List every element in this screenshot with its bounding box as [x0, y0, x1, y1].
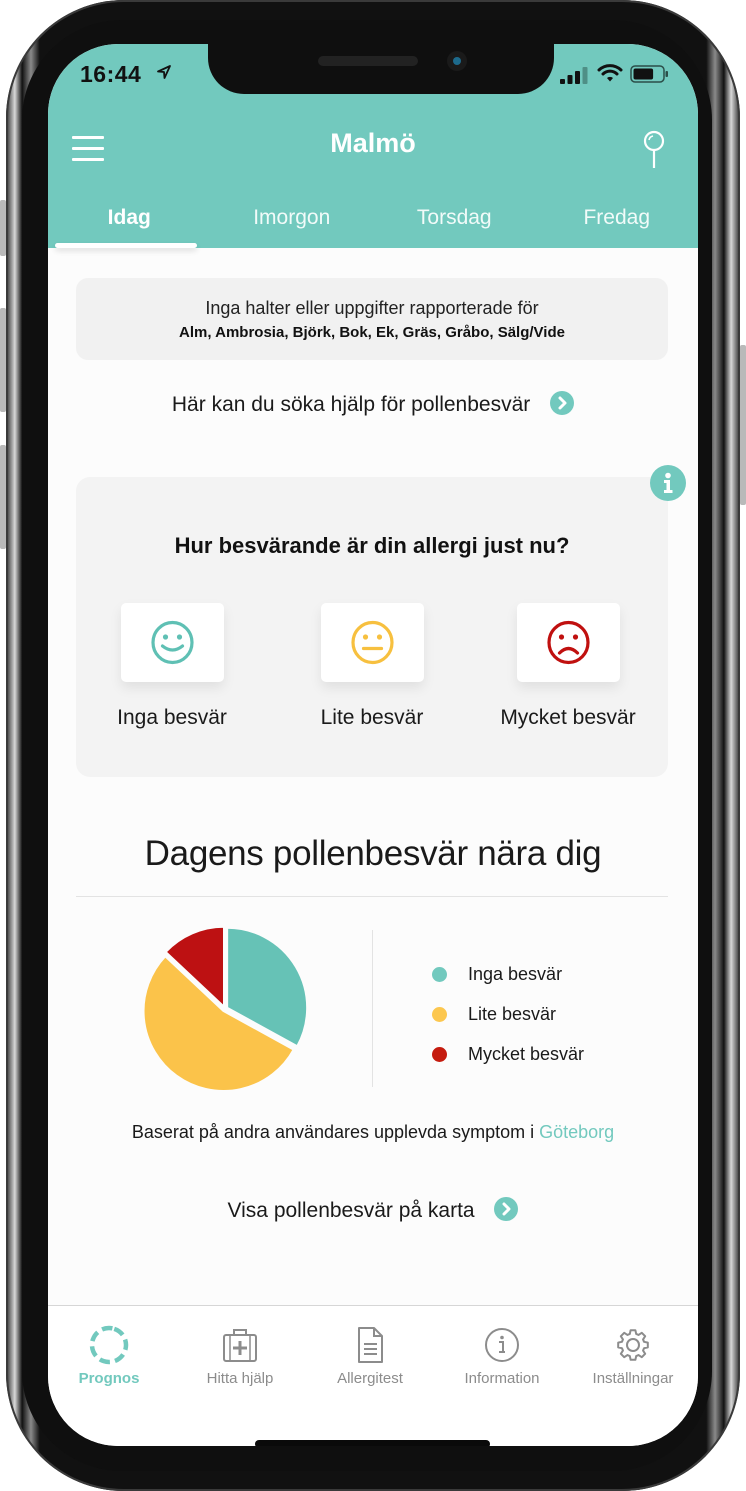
legend-item: Inga besvär	[432, 954, 584, 994]
city-link[interactable]: Göteborg	[539, 1122, 614, 1142]
tab-idag[interactable]: Idag	[48, 202, 211, 248]
mood-card	[516, 603, 620, 682]
nav-hitta-hjalp[interactable]: Hitta hjälp	[175, 1324, 305, 1387]
info-icon[interactable]	[650, 465, 686, 501]
legend-dot-little	[432, 1006, 447, 1022]
document-icon	[358, 1327, 383, 1363]
smiley-sad-icon	[546, 620, 590, 665]
chevron-right-circle-icon	[550, 391, 575, 416]
mood-card	[120, 603, 224, 682]
mood-option-little[interactable]: Lite besvär	[282, 603, 462, 730]
based-on-prefix: Baserat på andra användares upplevda sym…	[131, 1122, 540, 1142]
active-tab-indicator	[55, 243, 197, 248]
notice-pollen-list: Alm, Ambrosia, Björk, Bok, Ek, Gräs, Grå…	[179, 324, 565, 341]
signal-bar	[575, 71, 580, 84]
mood-option-none[interactable]: Inga besvär	[82, 603, 262, 730]
show-map-link[interactable]: Visa pollenbesvär på karta	[48, 1197, 698, 1223]
header: 16:44 Malmö Idag Imorgon Torsdag Fredag	[48, 44, 698, 248]
no-data-notice: Inga halter eller uppgifter rapporterade…	[76, 278, 668, 360]
section-title: Dagens pollenbesvär nära dig	[144, 834, 602, 873]
info-circle-icon	[485, 1328, 519, 1362]
notch	[208, 44, 554, 94]
tab-fredag[interactable]: Fredag	[536, 202, 699, 248]
nav-label: Inställningar	[592, 1370, 674, 1387]
nav-label: Prognos	[78, 1370, 140, 1387]
legend-item: Lite besvär	[432, 994, 584, 1034]
mood-option-much[interactable]: Mycket besvär	[478, 603, 658, 730]
legend-label: Mycket besvär	[468, 1043, 585, 1064]
mood-card	[320, 603, 424, 682]
battery-icon	[630, 65, 668, 83]
app-screen: 16:44 Malmö Idag Imorgon Torsdag Fredag …	[48, 44, 698, 1446]
based-on-text: Baserat på andra användares upplevda sym…	[48, 1122, 698, 1143]
smiley-neutral-icon	[350, 620, 394, 665]
mood-label: Lite besvär	[320, 706, 424, 729]
mood-label: Inga besvär	[117, 706, 227, 729]
nav-label: Hitta hjälp	[206, 1370, 274, 1387]
signal-bar	[560, 79, 565, 84]
seek-help-label: Här kan du söka hjälp för pollenbesvär	[171, 393, 531, 416]
nav-allergitest[interactable]: Allergitest	[305, 1324, 435, 1387]
status-time: 16:44	[80, 61, 142, 87]
nav-label: Allergitest	[337, 1370, 403, 1387]
show-map-label: Visa pollenbesvär på karta	[227, 1199, 475, 1222]
front-camera	[447, 51, 467, 71]
gear-icon	[617, 1329, 649, 1361]
nav-label: Information	[464, 1370, 540, 1387]
power-button	[740, 345, 746, 505]
nav-information[interactable]: Information	[437, 1324, 567, 1387]
signal-icon	[560, 67, 588, 84]
notice-text: Inga halter eller uppgifter rapporterade…	[205, 298, 539, 318]
city-title: Malmö	[330, 128, 416, 158]
seek-help-link[interactable]: Här kan du söka hjälp för pollenbesvär	[48, 391, 698, 417]
survey-question: Hur besvärande är din allergi just nu?	[174, 533, 570, 558]
home-indicator[interactable]	[255, 1440, 490, 1446]
pollen-pie-chart	[142, 926, 308, 1092]
mood-label: Mycket besvär	[500, 706, 636, 729]
smiley-happy-icon	[150, 620, 194, 665]
wifi-icon	[597, 64, 623, 82]
tab-imorgon[interactable]: Imorgon	[211, 202, 374, 248]
legend-dot-none	[432, 966, 447, 982]
section-divider	[76, 896, 668, 897]
bottom-tab-bar: Prognos Hitta hjälp Allergitest Informat…	[48, 1305, 698, 1446]
nav-installningar[interactable]: Inställningar	[568, 1324, 698, 1387]
legend-label: Inga besvär	[468, 963, 563, 984]
signal-bar	[582, 67, 588, 84]
speaker-grille	[318, 56, 418, 66]
chart-divider	[372, 930, 373, 1087]
chevron-right-circle-icon	[494, 1197, 519, 1222]
dashed-circle-icon	[89, 1325, 129, 1365]
tab-torsdag[interactable]: Torsdag	[373, 202, 536, 248]
allergy-survey-card: Hur besvärande är din allergi just nu? I…	[76, 477, 668, 777]
chart-legend: Inga besvär Lite besvär Mycket besvär	[432, 954, 584, 1074]
legend-dot-much	[432, 1046, 447, 1062]
map-pin-icon[interactable]	[642, 130, 666, 170]
day-tabs: Idag Imorgon Torsdag Fredag	[48, 202, 698, 248]
first-aid-kit-icon	[223, 1329, 257, 1362]
nav-prognos[interactable]: Prognos	[48, 1324, 174, 1387]
legend-item: Mycket besvär	[432, 1034, 584, 1074]
legend-label: Lite besvär	[468, 1003, 557, 1024]
location-arrow-icon	[157, 65, 171, 79]
signal-bar	[567, 75, 573, 84]
